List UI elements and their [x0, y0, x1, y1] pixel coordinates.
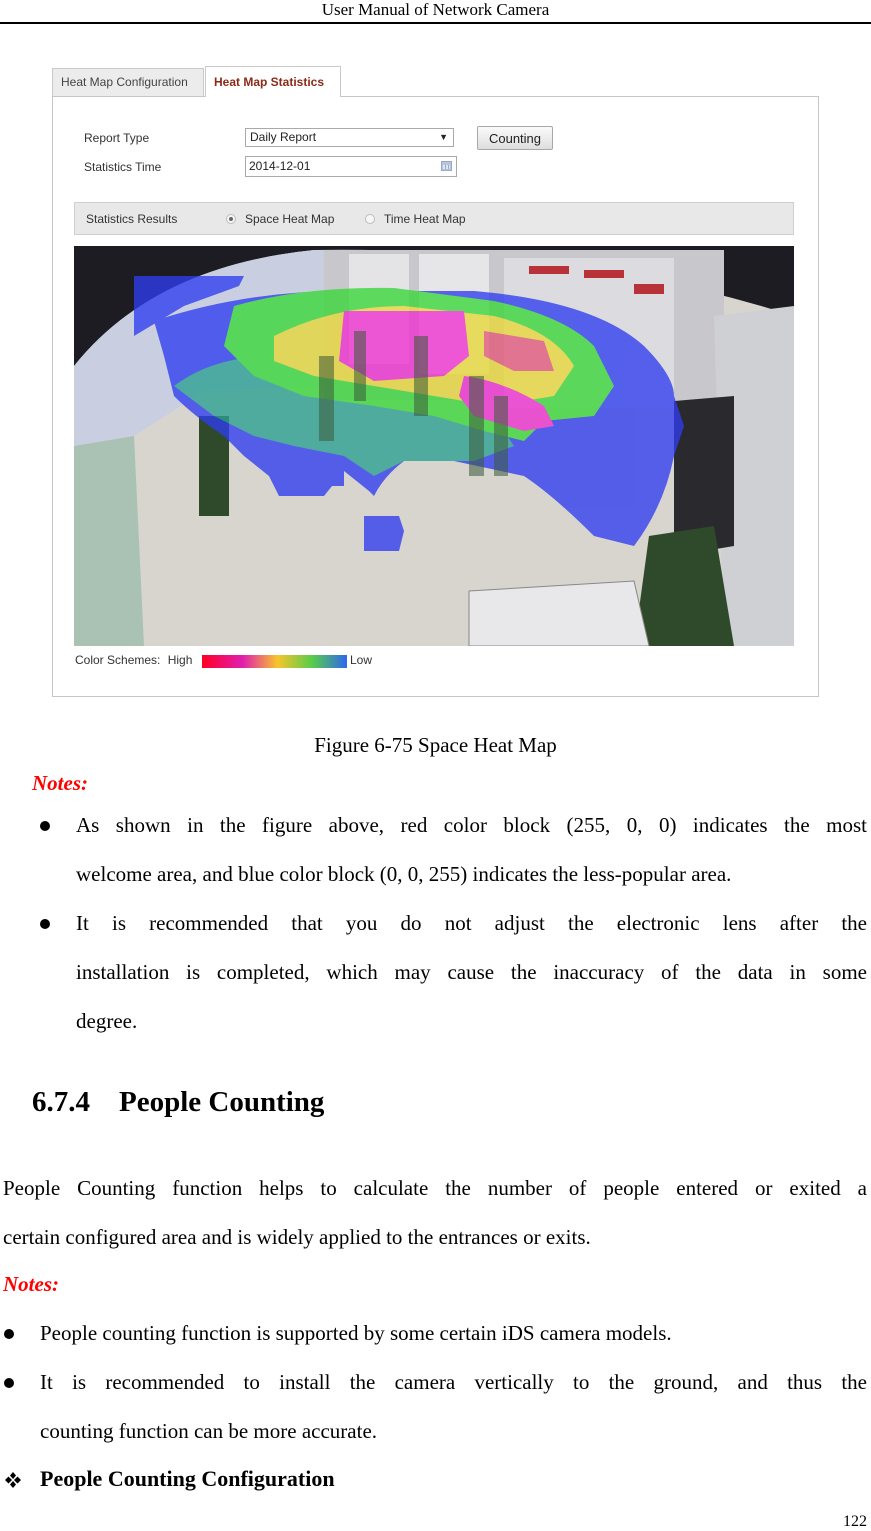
intro-text: People Counting function helps to calcul…: [3, 1176, 867, 1200]
heat-low-region: [314, 461, 344, 486]
notes-label: Notes:: [32, 771, 88, 795]
report-type-select[interactable]: Daily Report ▼: [245, 128, 454, 147]
figure-caption: Figure 6-75 Space Heat Map: [314, 733, 557, 757]
heat-map-screenshot: Heat Map Configuration Heat Map Statisti…: [52, 66, 819, 697]
statistics-time-input[interactable]: 2014-12-01: [245, 156, 457, 177]
statistics-panel: Report Type Daily Report ▼ Counting Stat…: [52, 96, 819, 697]
section-title: People Counting: [119, 1086, 325, 1118]
color-schemes-text: Color Schemes:: [75, 653, 161, 667]
subsection-heading: People Counting Configuration: [40, 1466, 335, 1491]
bullet-icon: [40, 919, 50, 929]
page-number: 122: [843, 1513, 867, 1530]
person: [354, 331, 366, 401]
floor-mat: [468, 580, 650, 646]
space-heat-map-radio[interactable]: [226, 214, 236, 224]
header-rule: [0, 22, 871, 24]
statistics-results-label: Statistics Results: [86, 212, 178, 226]
tab-bar: Heat Map Configuration Heat Map Statisti…: [52, 66, 819, 97]
section-heading: 6.7.4 People Counting: [32, 1086, 324, 1119]
person: [414, 336, 428, 416]
color-scale-bar: [202, 655, 347, 668]
calendar-icon[interactable]: [441, 161, 452, 171]
heat-low-region: [364, 516, 404, 551]
report-type-label: Report Type: [84, 131, 150, 145]
bullet-icon: [4, 1329, 14, 1339]
space-heat-map-label[interactable]: Space Heat Map: [245, 212, 334, 226]
bullet-icon: [4, 1378, 14, 1388]
brand-sign: [634, 284, 664, 294]
bullet-icon: [40, 821, 50, 831]
note-text: As shown in the figure above, red color …: [76, 813, 867, 837]
note-text: It is recommended to install the camera …: [40, 1370, 867, 1394]
statistics-time-value: 2014-12-01: [249, 159, 311, 173]
counting-button[interactable]: Counting: [477, 126, 553, 150]
high-label: High: [167, 653, 193, 667]
section-number: 6.7.4: [32, 1086, 90, 1118]
color-schemes-label: Color Schemes: High: [75, 653, 192, 667]
person: [494, 396, 508, 476]
note-text: counting function can be more accurate.: [40, 1419, 378, 1443]
note-text: degree.: [76, 1009, 138, 1033]
note-text: It is recommended that you do not adjust…: [76, 911, 867, 935]
person: [469, 376, 484, 476]
statistics-time-label: Statistics Time: [84, 160, 162, 174]
note-text: installation is completed, which may cau…: [76, 960, 867, 984]
low-label: Low: [350, 653, 373, 667]
time-heat-map-label[interactable]: Time Heat Map: [384, 212, 466, 226]
note-text: People counting function is supported by…: [40, 1321, 672, 1345]
brand-sign: [584, 270, 624, 278]
tab-heat-map-statistics[interactable]: Heat Map Statistics: [205, 66, 341, 97]
heat-map-scene: [74, 246, 794, 646]
report-type-value: Daily Report: [250, 130, 317, 144]
left-pillar: [74, 436, 144, 646]
time-heat-map-radio[interactable]: [365, 214, 375, 224]
note-text: welcome area, and blue color block (0, 0…: [76, 862, 732, 886]
brand-sign: [529, 266, 569, 274]
running-header: User Manual of Network Camera: [321, 0, 550, 19]
heat-map-image: [74, 246, 794, 646]
diamond-bullet-icon: [5, 1472, 21, 1488]
intro-text: certain configured area and is widely ap…: [3, 1225, 591, 1249]
statistics-results-bar: Statistics Results Space Heat Map Time H…: [74, 202, 794, 235]
dropdown-arrow-icon: ▼: [439, 132, 448, 142]
notes-label: Notes:: [3, 1272, 59, 1296]
tab-heat-map-configuration[interactable]: Heat Map Configuration: [52, 68, 204, 96]
person: [319, 356, 334, 441]
